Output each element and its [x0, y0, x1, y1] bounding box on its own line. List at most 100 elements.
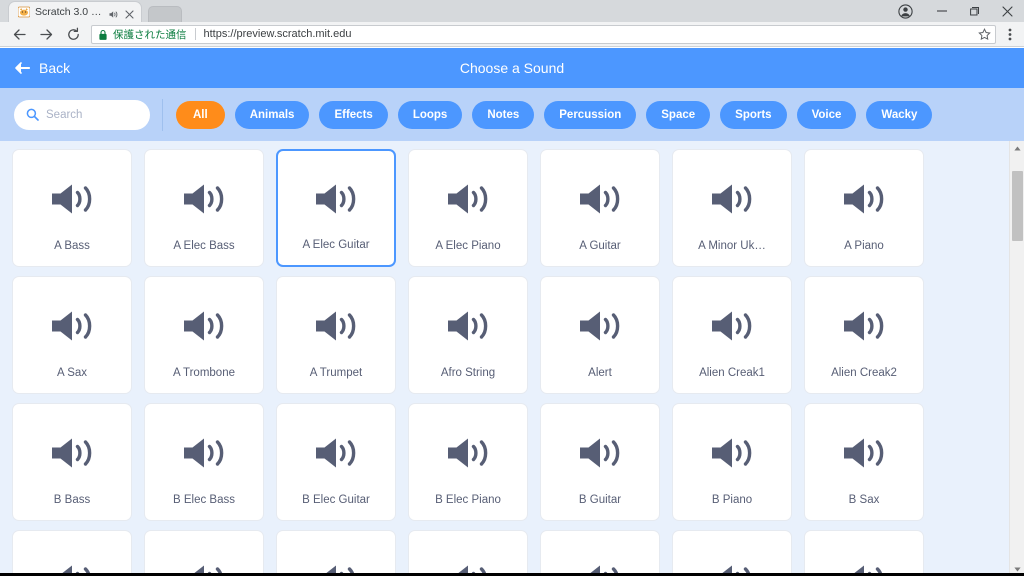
sound-card-label: A Elec Guitar	[302, 239, 370, 251]
speaker-sound-icon	[708, 306, 756, 351]
speaker-sound-icon	[576, 179, 624, 224]
filter-tag-percussion[interactable]: Percussion	[544, 100, 637, 129]
browser-toolbar: 保護された通信 https://preview.scratch.mit.edu	[0, 22, 1024, 47]
sound-card[interactable]: A Trumpet	[276, 276, 396, 394]
sound-card[interactable]: B Guitar	[540, 403, 660, 521]
sound-card-label: A Elec Piano	[435, 240, 501, 252]
sound-card[interactable]: A Elec Guitar	[276, 149, 396, 267]
speaker-sound-icon	[312, 179, 360, 224]
bookmark-star-icon[interactable]	[978, 27, 991, 41]
sound-card[interactable]: A Trombone	[144, 276, 264, 394]
sound-card-label: A Trombone	[172, 367, 235, 379]
sound-card[interactable]: B Elec Piano	[408, 403, 528, 521]
sound-card-label: A Piano	[844, 240, 884, 252]
scrollbar-track[interactable]	[1010, 155, 1024, 562]
sound-card-label: A Minor Uk…	[698, 240, 766, 252]
filter-tag-wacky[interactable]: Wacky	[866, 100, 933, 129]
speaker-sound-icon	[48, 306, 96, 351]
speaker-sound-icon	[180, 179, 228, 224]
window-close-icon[interactable]	[991, 0, 1024, 22]
window-minimize-icon[interactable]	[925, 0, 958, 22]
filter-tag-space[interactable]: Space	[646, 100, 711, 129]
speaker-sound-icon	[48, 433, 96, 478]
sound-card[interactable]: B Piano	[672, 403, 792, 521]
sound-card[interactable]: Alien Creak2	[804, 276, 924, 394]
sound-card[interactable]	[12, 530, 132, 576]
tab-title: Scratch 3.0 GUI	[35, 6, 103, 18]
sound-card[interactable]: B Elec Bass	[144, 403, 264, 521]
search-box[interactable]	[14, 99, 150, 130]
sound-card-label: Afro String	[440, 367, 496, 379]
speaker-sound-icon	[444, 433, 492, 478]
speaker-sound-icon	[444, 179, 492, 224]
back-arrow-icon[interactable]	[6, 22, 33, 47]
sound-card[interactable]: Alert	[540, 276, 660, 394]
sound-card[interactable]: A Elec Bass	[144, 149, 264, 267]
sound-card[interactable]	[276, 530, 396, 576]
filter-tag-sports[interactable]: Sports	[720, 100, 787, 129]
filter-tag-animals[interactable]: Animals	[234, 100, 310, 129]
speaker-sound-icon	[180, 433, 228, 478]
filter-tag-notes[interactable]: Notes	[472, 100, 535, 129]
speaker-sound-icon	[840, 179, 888, 224]
sound-card[interactable]: B Sax	[804, 403, 924, 521]
sound-card-label: B Elec Guitar	[302, 494, 370, 506]
sound-card-label: A Elec Bass	[173, 240, 235, 252]
filter-tag-voice[interactable]: Voice	[796, 100, 857, 129]
sound-card[interactable]: Afro String	[408, 276, 528, 394]
search-input[interactable]	[46, 108, 138, 121]
speaker-sound-icon	[180, 306, 228, 351]
new-tab-button[interactable]	[148, 6, 182, 22]
back-button-label: Back	[39, 60, 71, 76]
sound-card[interactable]	[672, 530, 792, 576]
filter-tag-effects[interactable]: Effects	[319, 100, 388, 129]
speaker-sound-icon	[312, 433, 360, 478]
sound-card-label: A Sax	[56, 367, 88, 379]
sound-card[interactable]: A Elec Piano	[408, 149, 528, 267]
sound-card[interactable]: Alien Creak1	[672, 276, 792, 394]
speaker-sound-icon	[576, 433, 624, 478]
speaker-sound-icon	[312, 306, 360, 351]
library-header: Back Choose a Sound	[0, 48, 1024, 88]
filter-tag-all[interactable]: All	[176, 100, 225, 129]
sound-card[interactable]: A Sax	[12, 276, 132, 394]
tab-close-icon[interactable]	[124, 7, 135, 19]
profile-avatar-icon[interactable]	[885, 0, 925, 22]
sound-card[interactable]: A Piano	[804, 149, 924, 267]
back-button[interactable]: Back	[0, 60, 70, 76]
back-arrow-icon	[14, 60, 31, 76]
filter-bar: All Animals Effects Loops Notes Percussion Spa…	[0, 88, 1024, 141]
sound-card-label: B Guitar	[578, 494, 622, 506]
sound-card-label: A Bass	[54, 240, 90, 252]
vertical-scrollbar[interactable]	[1009, 141, 1024, 576]
reload-icon[interactable]	[60, 22, 87, 47]
lock-icon	[98, 28, 108, 40]
speaker-sound-icon	[708, 179, 756, 224]
sound-card[interactable]	[804, 530, 924, 576]
scroll-up-icon[interactable]	[1010, 141, 1024, 155]
tab-audio-speaker-icon[interactable]	[108, 7, 119, 18]
forward-arrow-icon[interactable]	[33, 22, 60, 47]
speaker-sound-icon	[48, 179, 96, 224]
sound-card[interactable]	[408, 530, 528, 576]
sound-card[interactable]: B Bass	[12, 403, 132, 521]
address-bar-url: https://preview.scratch.mit.edu	[203, 28, 352, 40]
scrollbar-thumb[interactable]	[1012, 171, 1023, 241]
filter-tag-loops[interactable]: Loops	[397, 100, 463, 129]
speaker-sound-icon	[444, 306, 492, 351]
speaker-sound-icon	[576, 306, 624, 351]
window-maximize-icon[interactable]	[958, 0, 991, 22]
sound-card[interactable]	[144, 530, 264, 576]
browser-menu-icon[interactable]	[1002, 22, 1018, 47]
speaker-sound-icon	[840, 306, 888, 351]
sound-card[interactable]: B Elec Guitar	[276, 403, 396, 521]
sound-card[interactable]: A Guitar	[540, 149, 660, 267]
browser-tab[interactable]: Scratch 3.0 GUI	[8, 1, 142, 22]
sound-card[interactable]: A Bass	[12, 149, 132, 267]
sound-card-label: A Trumpet	[309, 367, 363, 379]
address-bar[interactable]: 保護された通信 https://preview.scratch.mit.edu	[91, 24, 996, 44]
speaker-sound-icon	[840, 433, 888, 478]
sound-card[interactable]	[540, 530, 660, 576]
sound-card[interactable]: A Minor Uk…	[672, 149, 792, 267]
sound-card-label: Alien Creak1	[699, 367, 765, 379]
